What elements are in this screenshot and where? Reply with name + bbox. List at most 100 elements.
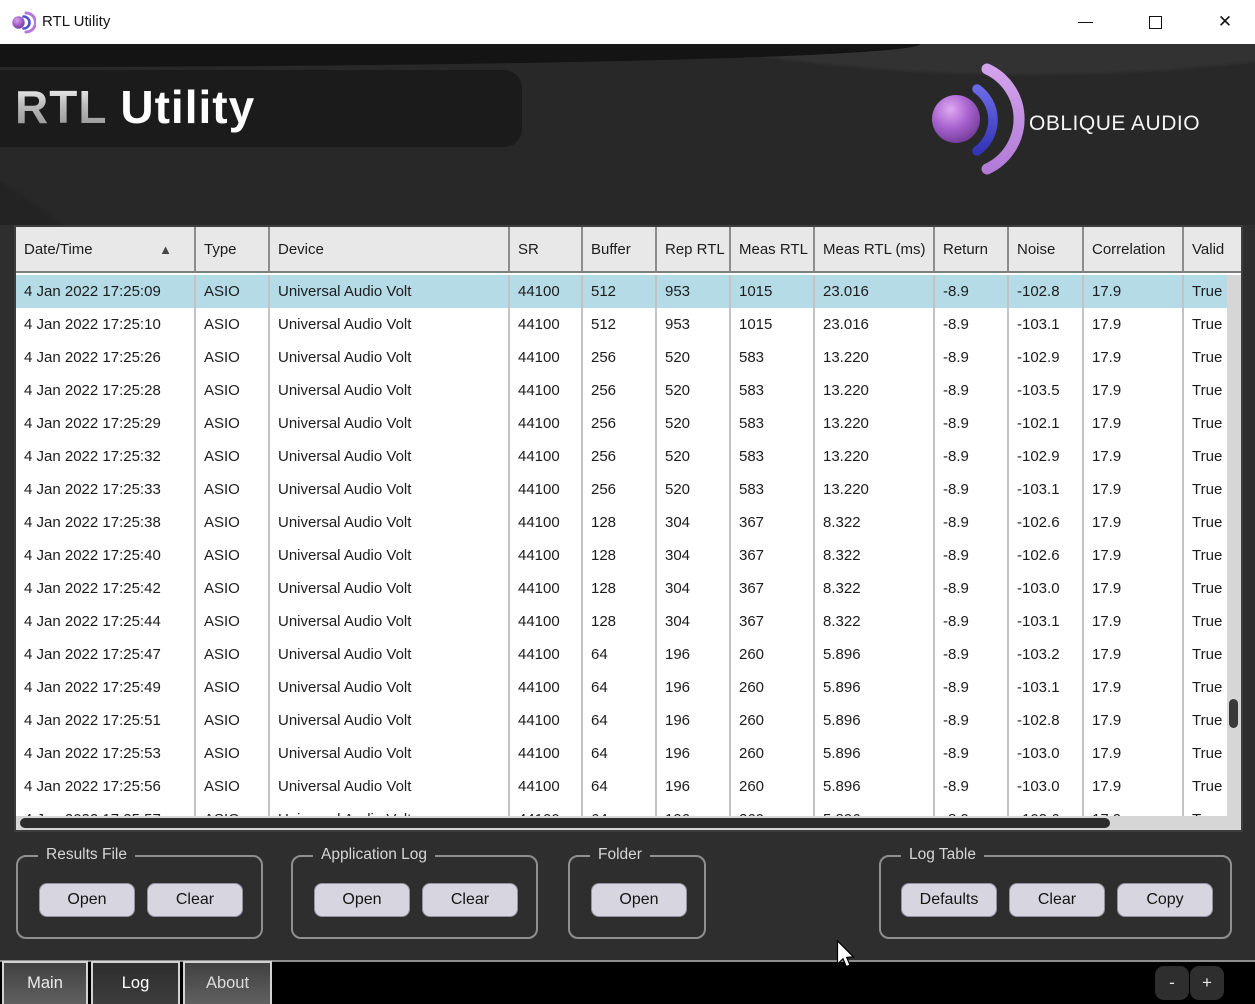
results-file-open-button[interactable]: Open: [39, 883, 135, 917]
folder-open-button[interactable]: Open: [591, 883, 687, 917]
table-row[interactable]: 4 Jan 2022 17:25:26 ASIO Universal Audio V…: [16, 341, 1227, 374]
table-cell: 44100: [510, 341, 583, 374]
column-header-rep-rtl[interactable]: Rep RTL: [657, 227, 731, 271]
table-cell: True: [1192, 745, 1223, 762]
table-cell: 44100: [510, 440, 583, 473]
table-row[interactable]: 4 Jan 2022 17:25:10 ASIO Universal Audio V…: [16, 308, 1227, 341]
table-cell: ASIO: [196, 473, 270, 506]
column-header-device[interactable]: Device: [270, 227, 510, 271]
table-cell: 4 Jan 2022 17:25:28: [16, 374, 196, 407]
oblique-audio-logo-icon: [932, 63, 1025, 175]
column-header-date-time[interactable]: Date/Time ▲: [16, 227, 196, 271]
table-cell: 260: [731, 638, 815, 671]
table-cell: 23.016: [815, 275, 935, 308]
horizontal-scrollbar-thumb[interactable]: [20, 818, 1110, 828]
tab-main[interactable]: Main: [2, 961, 88, 1004]
column-header-noise[interactable]: Noise: [1009, 227, 1084, 271]
table-cell: 583: [731, 440, 815, 473]
table-cell: 4 Jan 2022 17:25:10: [16, 308, 196, 341]
table-row[interactable]: 4 Jan 2022 17:25:33 ASIO Universal Audio V…: [16, 473, 1227, 506]
group-application-log: Application Log Open Clear: [291, 846, 538, 939]
table-cell: Universal Audio Volt: [270, 737, 510, 770]
table-cell: 367: [731, 539, 815, 572]
table-cell: True: [1192, 415, 1223, 432]
table-cell: 44100: [510, 605, 583, 638]
table-cell: ASIO: [196, 374, 270, 407]
table-row[interactable]: 4 Jan 2022 17:25:51 ASIO Universal Audio V…: [16, 704, 1227, 737]
header-swoosh: [0, 44, 920, 67]
column-header-return[interactable]: Return: [935, 227, 1009, 271]
column-header-meas-rtl[interactable]: Meas RTL: [731, 227, 815, 271]
maximize-button[interactable]: [1133, 0, 1177, 44]
table-cell: Universal Audio Volt: [270, 671, 510, 704]
table-cell: 128: [583, 506, 657, 539]
group-log-table: Log Table Defaults Clear Copy: [879, 846, 1232, 939]
table-row[interactable]: 4 Jan 2022 17:25:44 ASIO Universal Audio V…: [16, 605, 1227, 638]
table-row[interactable]: 4 Jan 2022 17:25:47 ASIO Universal Audio V…: [16, 638, 1227, 671]
table-row[interactable]: 4 Jan 2022 17:25:40 ASIO Universal Audio V…: [16, 539, 1227, 572]
log-table-clear-button[interactable]: Clear: [1009, 883, 1105, 917]
table-row[interactable]: 4 Jan 2022 17:25:32 ASIO Universal Audio V…: [16, 440, 1227, 473]
table-cell: 17.9: [1084, 737, 1184, 770]
horizontal-scrollbar[interactable]: [16, 816, 1241, 830]
table-cell: 256: [583, 374, 657, 407]
log-table-copy-button[interactable]: Copy: [1117, 883, 1213, 917]
table-cell: 17.9: [1084, 407, 1184, 440]
app-title-accent: RTL: [15, 81, 107, 133]
application-log-open-button[interactable]: Open: [314, 883, 410, 917]
close-button[interactable]: ✕: [1203, 0, 1247, 44]
table-cell: Universal Audio Volt: [270, 704, 510, 737]
log-table-defaults-button[interactable]: Defaults: [901, 883, 997, 917]
tab-log[interactable]: Log: [91, 961, 180, 1004]
table-cell: 17.9: [1084, 473, 1184, 506]
table-row[interactable]: 4 Jan 2022 17:25:28 ASIO Universal Audio V…: [16, 374, 1227, 407]
table-cell: -103.1: [1009, 473, 1084, 506]
table-cell: ASIO: [196, 275, 270, 308]
table-cell: 583: [731, 473, 815, 506]
table-cell: Universal Audio Volt: [270, 440, 510, 473]
table-cell: 367: [731, 572, 815, 605]
group-log-table-label: Log Table: [901, 846, 984, 864]
zoom-in-button[interactable]: +: [1190, 966, 1224, 1000]
table-row[interactable]: 4 Jan 2022 17:25:38 ASIO Universal Audio V…: [16, 506, 1227, 539]
table-cell: Universal Audio Volt: [270, 572, 510, 605]
table-cell: -102.9: [1009, 440, 1084, 473]
zoom-out-button[interactable]: -: [1155, 966, 1189, 1000]
table-row[interactable]: 4 Jan 2022 17:25:09 ASIO Universal Audio V…: [16, 275, 1227, 308]
table-row[interactable]: 4 Jan 2022 17:25:56 ASIO Universal Audio V…: [16, 770, 1227, 803]
table-cell: -102.1: [1009, 407, 1084, 440]
app-title: RTL Utility: [15, 80, 255, 134]
column-header-correlation[interactable]: Correlation: [1084, 227, 1184, 271]
table-cell: True: [1192, 778, 1223, 795]
vertical-scrollbar-thumb[interactable]: [1229, 699, 1238, 728]
table-cell: 304: [657, 605, 731, 638]
table-cell: -8.9: [935, 275, 1009, 308]
column-header-type[interactable]: Type: [196, 227, 270, 271]
table-row[interactable]: 4 Jan 2022 17:25:29 ASIO Universal Audio V…: [16, 407, 1227, 440]
minimize-button[interactable]: [1063, 0, 1107, 44]
application-log-clear-button[interactable]: Clear: [422, 883, 518, 917]
table-cell: 196: [657, 704, 731, 737]
tab-about[interactable]: About: [183, 961, 272, 1004]
column-header-sr[interactable]: SR: [510, 227, 583, 271]
table-cell: True: [1192, 712, 1223, 729]
titlebar[interactable]: RTL Utility ✕: [0, 0, 1255, 44]
column-header-buffer[interactable]: Buffer: [583, 227, 657, 271]
table-cell: ASIO: [196, 605, 270, 638]
vertical-scrollbar[interactable]: [1227, 275, 1241, 816]
table-cell: ASIO: [196, 341, 270, 374]
table-row[interactable]: 4 Jan 2022 17:25:49 ASIO Universal Audio V…: [16, 671, 1227, 704]
table-cell: 304: [657, 572, 731, 605]
column-header-meas-rtl-ms[interactable]: Meas RTL (ms): [815, 227, 935, 271]
table-cell: 13.220: [815, 407, 935, 440]
results-file-clear-button[interactable]: Clear: [147, 883, 243, 917]
table-cell: 5.896: [815, 737, 935, 770]
table-cell: -8.9: [935, 737, 1009, 770]
table-row[interactable]: 4 Jan 2022 17:25:53 ASIO Universal Audio V…: [16, 737, 1227, 770]
table-cell: 4 Jan 2022 17:25:47: [16, 638, 196, 671]
table-cell: -8.9: [935, 704, 1009, 737]
table-cell: 17.9: [1084, 539, 1184, 572]
table-cell: 4 Jan 2022 17:25:09: [16, 275, 196, 308]
table-row[interactable]: 4 Jan 2022 17:25:42 ASIO Universal Audio V…: [16, 572, 1227, 605]
column-header-valid[interactable]: Valid: [1184, 227, 1241, 271]
